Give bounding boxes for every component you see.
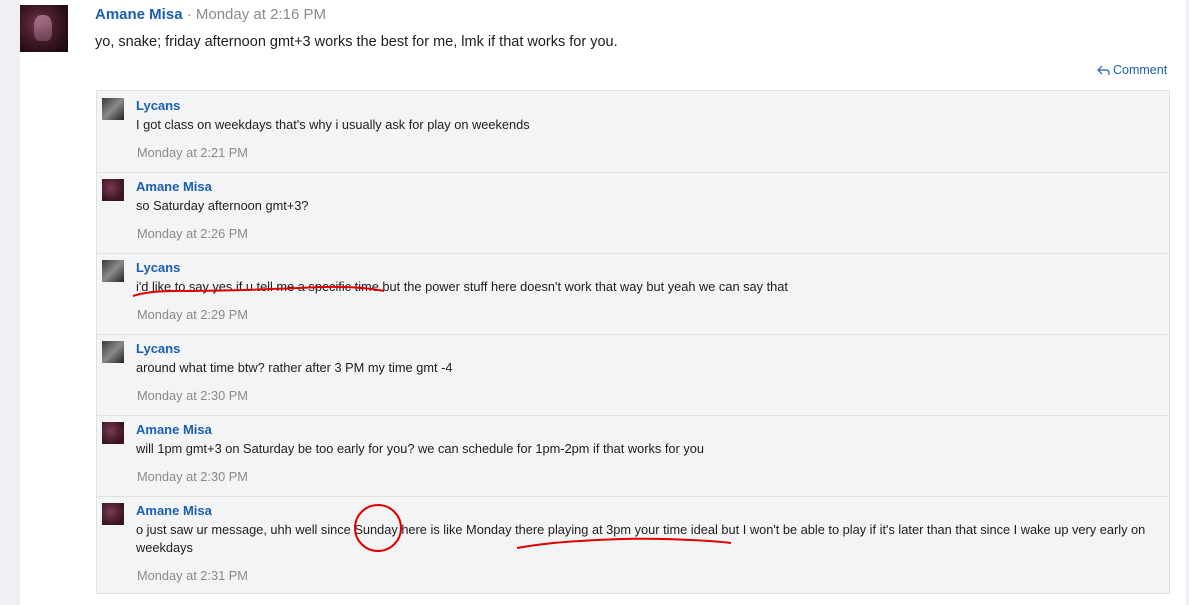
commenter-avatar[interactable]	[102, 503, 124, 525]
post-header: Amane Misa · Monday at 2:16 PM	[95, 6, 326, 23]
comment-item: Lycans i'd like to say yes if u tell me …	[97, 253, 1169, 335]
commenter-avatar[interactable]	[102, 422, 124, 444]
comment-text: I got class on weekdays that's why i usu…	[136, 117, 530, 132]
comment-item: Lycans around what time btw? rather afte…	[97, 334, 1169, 416]
comment-item: Amane Misa will 1pm gmt+3 on Saturday be…	[97, 415, 1169, 497]
comment-timestamp[interactable]: Monday at 2:30 PM	[137, 388, 248, 403]
comment-item: Lycans I got class on weekdays that's wh…	[97, 91, 1169, 173]
comment-text: o just saw ur message, uhh well since Su…	[136, 522, 1146, 555]
post-author-link[interactable]: Amane Misa	[95, 6, 183, 23]
post-body-text: yo, snake; friday afternoon gmt+3 works …	[95, 34, 618, 50]
comment-text: so Saturday afternoon gmt+3?	[136, 198, 309, 213]
commenter-name[interactable]: Amane Misa	[136, 179, 212, 194]
comment-item: Amane Misa so Saturday afternoon gmt+3? …	[97, 172, 1169, 254]
commenter-name[interactable]: Amane Misa	[136, 503, 212, 518]
reply-arrow-icon	[1097, 65, 1110, 75]
commenter-name[interactable]: Lycans	[136, 260, 180, 275]
post-card: Amane Misa · Monday at 2:16 PM yo, snake…	[20, 0, 1186, 605]
comment-button[interactable]: Comment	[1097, 63, 1167, 77]
comment-timestamp[interactable]: Monday at 2:31 PM	[137, 568, 248, 583]
commenter-name[interactable]: Lycans	[136, 98, 180, 113]
comment-text: will 1pm gmt+3 on Saturday be too early …	[136, 441, 704, 456]
commenter-avatar[interactable]	[102, 260, 124, 282]
author-avatar[interactable]	[20, 5, 68, 52]
commenter-name[interactable]: Amane Misa	[136, 422, 212, 437]
comment-timestamp[interactable]: Monday at 2:21 PM	[137, 145, 248, 160]
comment-timestamp[interactable]: Monday at 2:26 PM	[137, 226, 248, 241]
commenter-avatar[interactable]	[102, 341, 124, 363]
commenter-avatar[interactable]	[102, 98, 124, 120]
comment-timestamp[interactable]: Monday at 2:29 PM	[137, 307, 248, 322]
comment-text: i'd like to say yes if u tell me a speci…	[136, 279, 788, 294]
comment-timestamp[interactable]: Monday at 2:30 PM	[137, 469, 248, 484]
comment-label: Comment	[1113, 63, 1168, 77]
commenter-avatar[interactable]	[102, 179, 124, 201]
commenter-name[interactable]: Lycans	[136, 341, 180, 356]
comment-item: Amane Misa o just saw ur message, uhh we…	[97, 496, 1169, 593]
comment-text: around what time btw? rather after 3 PM …	[136, 360, 453, 375]
comment-thread: Lycans I got class on weekdays that's wh…	[96, 90, 1170, 594]
post-timestamp: · Monday at 2:16 PM	[182, 6, 326, 23]
